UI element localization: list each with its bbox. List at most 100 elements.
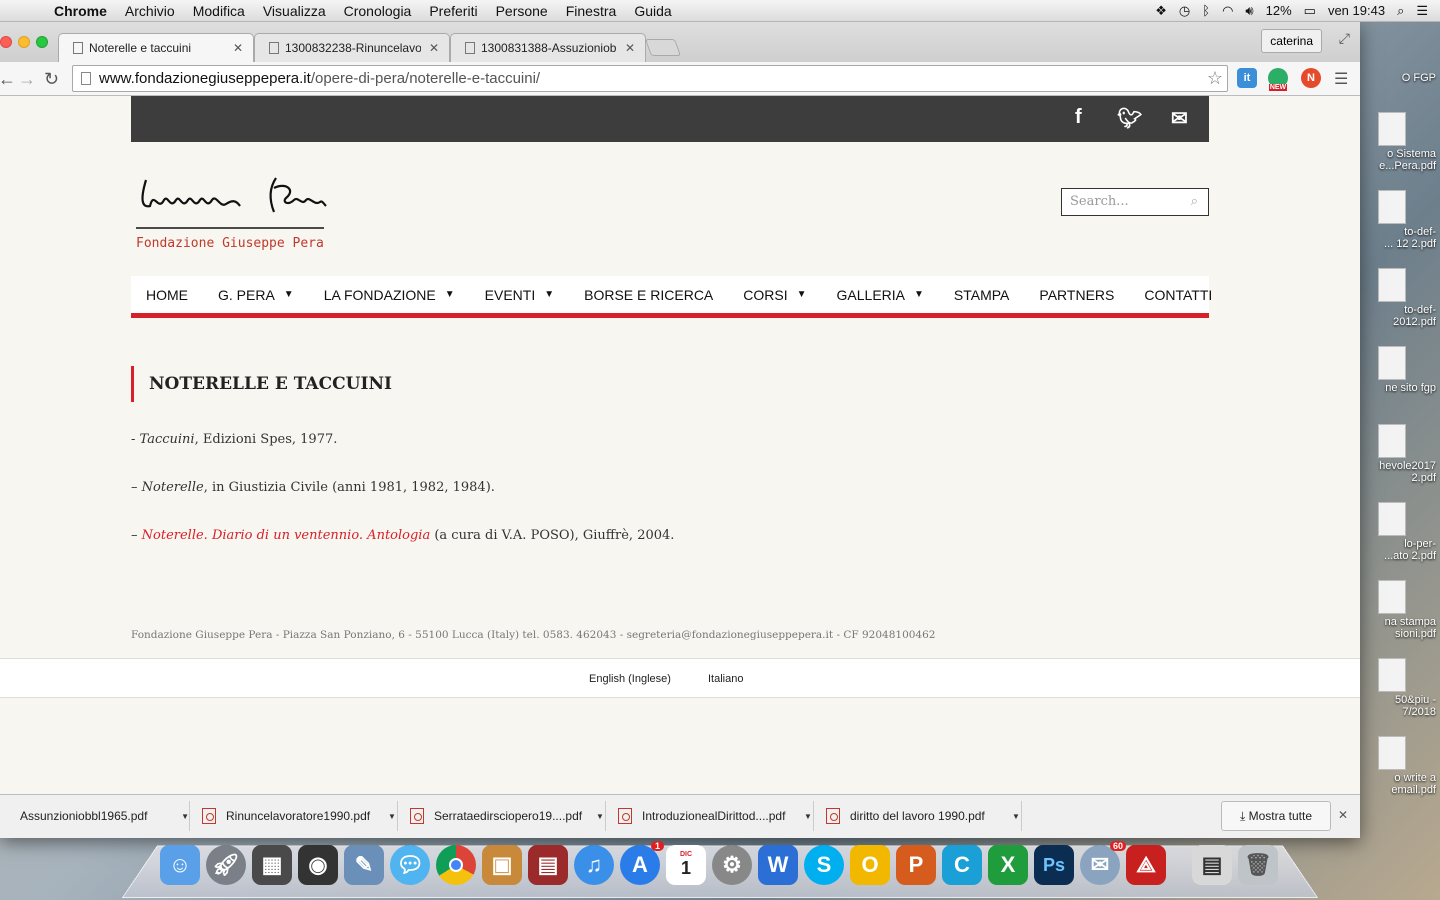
downloads-stack-icon[interactable]: ▤ bbox=[1192, 845, 1232, 885]
email-icon[interactable]: ✉ bbox=[1171, 106, 1188, 131]
launchpad-icon[interactable]: 🚀︎ bbox=[206, 845, 246, 885]
download-menu-arrow[interactable]: ▼ bbox=[804, 812, 812, 821]
tab-noterelle[interactable]: Noterelle e taccuini ✕ bbox=[58, 33, 254, 62]
close-tab-icon[interactable]: ✕ bbox=[429, 41, 439, 55]
dropbox-icon[interactable]: ❖ bbox=[1155, 3, 1167, 19]
preview-icon[interactable]: ✎ bbox=[344, 845, 384, 885]
desktop-item[interactable]: to-def- ... 12 2.pdf bbox=[1358, 184, 1440, 256]
menu-preferiti[interactable]: Preferiti bbox=[420, 3, 486, 19]
nav-g-pera[interactable]: G. PERA ▼ bbox=[218, 287, 294, 303]
photoshop-icon[interactable]: Ps bbox=[1034, 845, 1074, 885]
menu-modifica[interactable]: Modifica bbox=[184, 3, 254, 19]
calendar-icon[interactable]: DIC 1 bbox=[666, 845, 706, 885]
download-menu-arrow[interactable]: ▼ bbox=[388, 812, 396, 821]
menu-visualizza[interactable]: Visualizza bbox=[254, 3, 335, 19]
antologia-link[interactable]: Noterelle. Diario di un ventennio. Antol… bbox=[142, 528, 431, 543]
zoom-window-button[interactable] bbox=[36, 36, 48, 48]
chrome-icon[interactable] bbox=[436, 845, 476, 885]
desktop-item[interactable]: o write a email.pdf bbox=[1358, 730, 1440, 802]
fullscreen-icon[interactable]: ⤢ bbox=[1339, 30, 1350, 47]
close-window-button[interactable] bbox=[0, 36, 12, 48]
volume-icon[interactable]: 🔊︎ bbox=[1245, 3, 1253, 19]
finder-icon[interactable]: ☺ bbox=[160, 845, 200, 885]
download-menu-arrow[interactable]: ▼ bbox=[181, 812, 189, 821]
wifi-icon[interactable]: ◠ bbox=[1222, 3, 1233, 19]
menu-app[interactable]: Chrome bbox=[54, 3, 116, 19]
download-item[interactable]: Assunzioniobbl1965.pdf ▼ bbox=[0, 801, 190, 831]
itunes-icon[interactable]: ♫ bbox=[574, 845, 614, 885]
chrome-menu-icon[interactable]: ☰ bbox=[1334, 69, 1348, 89]
menu-persone[interactable]: Persone bbox=[487, 3, 557, 19]
nav-eventi[interactable]: EVENTI ▼ bbox=[485, 287, 554, 303]
tab-assunzioniobbl[interactable]: 1300831388-Assuzioniob ✕ bbox=[450, 33, 646, 62]
notification-center-icon[interactable]: ☰ bbox=[1416, 3, 1428, 19]
outlook-icon[interactable]: O bbox=[850, 845, 890, 885]
nav-contatti[interactable]: CONTATTI bbox=[1144, 287, 1212, 303]
address-bar[interactable]: www.fondazionegiuseppepera.it/opere-di-p… bbox=[72, 65, 1228, 92]
download-menu-arrow[interactable]: ▼ bbox=[1012, 812, 1020, 821]
nav-galleria[interactable]: GALLERIA ▼ bbox=[837, 287, 924, 303]
menu-guida[interactable]: Guida bbox=[625, 3, 680, 19]
download-item[interactable]: IntroduzionealDirittod....pdf ▼ bbox=[610, 801, 814, 831]
photo-slideshow-icon[interactable]: ▤ bbox=[528, 845, 568, 885]
desktop-item[interactable]: na stampa sioni.pdf bbox=[1358, 574, 1440, 646]
bookmark-star-icon[interactable]: ☆ bbox=[1207, 66, 1223, 91]
mail-icon[interactable]: ✉ 60 bbox=[1080, 841, 1126, 885]
battery-icon[interactable]: ▭ bbox=[1304, 3, 1316, 19]
acrobat-icon[interactable]: ⟁ bbox=[1126, 845, 1166, 885]
desktop-item[interactable]: hevole2017 2.pdf bbox=[1358, 418, 1440, 490]
nav-la-fondazione[interactable]: LA FONDAZIONE ▼ bbox=[324, 287, 455, 303]
extension-shield-icon[interactable]: N bbox=[1301, 68, 1321, 88]
word-icon[interactable]: W bbox=[758, 845, 798, 885]
desktop-item[interactable]: 50&piu - 7/2018 bbox=[1358, 652, 1440, 724]
nav-partners[interactable]: PARTNERS bbox=[1039, 287, 1114, 303]
battery-percent[interactable]: 12% bbox=[1266, 3, 1292, 18]
download-menu-arrow[interactable]: ▼ bbox=[596, 812, 604, 821]
minimize-window-button[interactable] bbox=[18, 36, 30, 48]
menu-archivio[interactable]: Archivio bbox=[116, 3, 184, 19]
close-tab-icon[interactable]: ✕ bbox=[233, 41, 243, 55]
desktop-item[interactable]: o Sistema e...Pera.pdf bbox=[1358, 106, 1440, 178]
desktop-item[interactable]: to-def- 2012.pdf bbox=[1358, 262, 1440, 334]
download-item[interactable]: Serrataedirsciopero19....pdf ▼ bbox=[402, 801, 606, 831]
close-shelf-icon[interactable]: ✕ bbox=[1338, 808, 1348, 822]
close-tab-icon[interactable]: ✕ bbox=[625, 41, 635, 55]
skype-icon[interactable]: S bbox=[804, 845, 844, 885]
desktop-item[interactable]: ne sito fgp bbox=[1358, 340, 1440, 412]
clock[interactable]: ven 19:43 bbox=[1328, 3, 1385, 18]
forward-icon[interactable]: → bbox=[18, 69, 36, 90]
extension-new-icon[interactable]: NEW bbox=[1268, 68, 1288, 91]
show-all-downloads-button[interactable]: ⤓ Mostra tutte bbox=[1221, 801, 1331, 831]
excel-icon[interactable]: X bbox=[988, 845, 1028, 885]
iphoto-icon[interactable]: ▣ bbox=[482, 845, 522, 885]
profile-button[interactable]: caterina bbox=[1261, 29, 1322, 53]
menu-cronologia[interactable]: Cronologia bbox=[335, 3, 421, 19]
twitter-icon[interactable]: 🐦︎ bbox=[1117, 106, 1142, 131]
messages-icon[interactable]: 💬︎ bbox=[390, 845, 430, 885]
download-item[interactable]: diritto del lavoro 1990.pdf ▼ bbox=[818, 801, 1022, 831]
app-store-icon[interactable]: A1 bbox=[620, 841, 664, 885]
c-app-icon[interactable]: C bbox=[942, 845, 982, 885]
menu-finestra[interactable]: Finestra bbox=[557, 3, 626, 19]
system-preferences-icon[interactable]: ⚙ bbox=[712, 845, 752, 885]
search-icon[interactable]: ⌕ bbox=[1191, 189, 1198, 215]
photo-booth-icon[interactable]: ◉ bbox=[298, 845, 338, 885]
nav-home[interactable]: HOME bbox=[146, 287, 188, 303]
nav-corsi[interactable]: CORSI ▼ bbox=[743, 287, 806, 303]
lang-italiano-link[interactable]: Italiano bbox=[708, 673, 743, 685]
desktop-item[interactable]: lo-per- ...ato 2.pdf bbox=[1358, 496, 1440, 568]
powerpoint-icon[interactable]: P bbox=[896, 845, 936, 885]
download-item[interactable]: Rinuncelavoratore1990.pdf ▼ bbox=[194, 801, 398, 831]
search-input[interactable]: Search... ⌕ bbox=[1061, 188, 1209, 216]
nav-stampa[interactable]: STAMPA bbox=[954, 287, 1010, 303]
lang-english-link[interactable]: English (Inglese) bbox=[589, 673, 671, 685]
bluetooth-icon[interactable]: ᛒ bbox=[1202, 3, 1210, 18]
dashboard-icon[interactable]: ▦ bbox=[252, 845, 292, 885]
time-machine-icon[interactable]: ◷ bbox=[1179, 3, 1190, 19]
extension-it-icon[interactable]: it bbox=[1237, 68, 1257, 88]
spotlight-icon[interactable]: ⌕ bbox=[1397, 3, 1404, 19]
tab-rinuncelavoratore[interactable]: 1300832238-Rinuncelavo ✕ bbox=[254, 33, 450, 62]
trash-icon[interactable]: 🗑︎ bbox=[1238, 845, 1278, 885]
new-tab-button[interactable] bbox=[644, 39, 682, 56]
nav-borse-e-ricerca[interactable]: BORSE E RICERCA bbox=[584, 287, 713, 303]
